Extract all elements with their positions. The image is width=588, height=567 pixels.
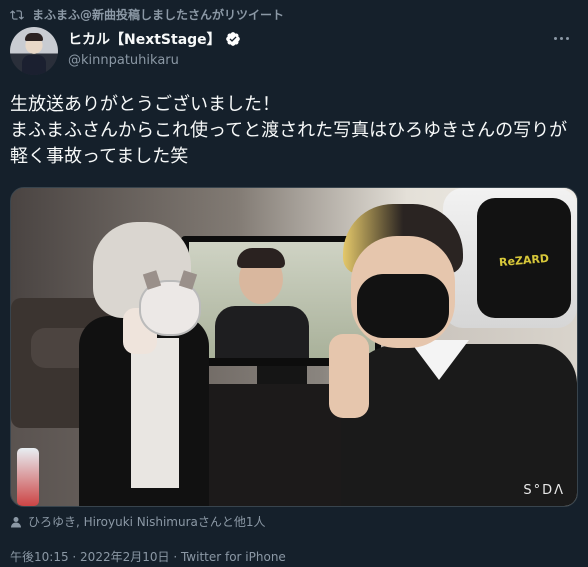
retweet-indicator[interactable]: まふまふ@新曲投稿しましたさんがリツイート — [10, 6, 284, 23]
retweet-text: まふまふ@新曲投稿しましたさんがリツイート — [32, 8, 285, 22]
verified-badge-icon — [225, 32, 240, 46]
author-handle[interactable]: @kinnpatuhikaru — [68, 53, 241, 68]
tweet-text: 生放送ありがとうございました！ まふまふさんからこれ使ってと渡された写真はひろゆ… — [10, 94, 568, 167]
author-name[interactable]: ヒカル【NextStage】 — [68, 29, 221, 49]
photo-person-left-shirt — [131, 338, 179, 488]
author-info[interactable]: ヒカル【NextStage】 @kinnpatuhikaru — [68, 29, 241, 68]
photo-screen-person-body — [215, 306, 309, 358]
photo-screen-person-hair — [237, 248, 285, 268]
tweet-header: ヒカル【NextStage】 @kinnpatuhikaru — [10, 27, 578, 75]
photo-person-right-hand — [329, 334, 369, 418]
meta-separator: · — [169, 550, 181, 564]
tweet-meta: 午後10:15 · 2022年2月10日 · Twitter for iPhon… — [10, 548, 286, 565]
photo-face-mask — [357, 274, 449, 338]
avatar[interactable] — [10, 27, 58, 75]
meta-separator: · — [68, 550, 81, 564]
avatar-hair — [25, 33, 43, 41]
tweet-date[interactable]: 2022年2月10日 — [80, 550, 169, 564]
more-options-icon[interactable] — [554, 33, 574, 43]
user-icon — [11, 516, 21, 527]
tagged-users[interactable]: ひろゆき, Hiroyuki Nishimuraさんと他1人 — [10, 513, 266, 530]
photo-person-right-body — [341, 344, 577, 506]
tagged-users-text[interactable]: ひろゆき, Hiroyuki Nishimuraさんと他1人 — [28, 513, 266, 530]
photo-bottle — [17, 448, 39, 506]
tweet-source[interactable]: Twitter for iPhone — [181, 550, 286, 564]
photo-cat-mask — [139, 280, 201, 336]
retweet-icon — [10, 9, 24, 20]
photo-monitor-stand — [257, 366, 307, 386]
tweet-time[interactable]: 午後10:15 — [10, 550, 69, 564]
photo-watermark: S°DΛ — [523, 483, 565, 498]
avatar-suit — [22, 55, 46, 75]
tweet-photo[interactable]: ReZARD S°DΛ — [10, 187, 578, 507]
